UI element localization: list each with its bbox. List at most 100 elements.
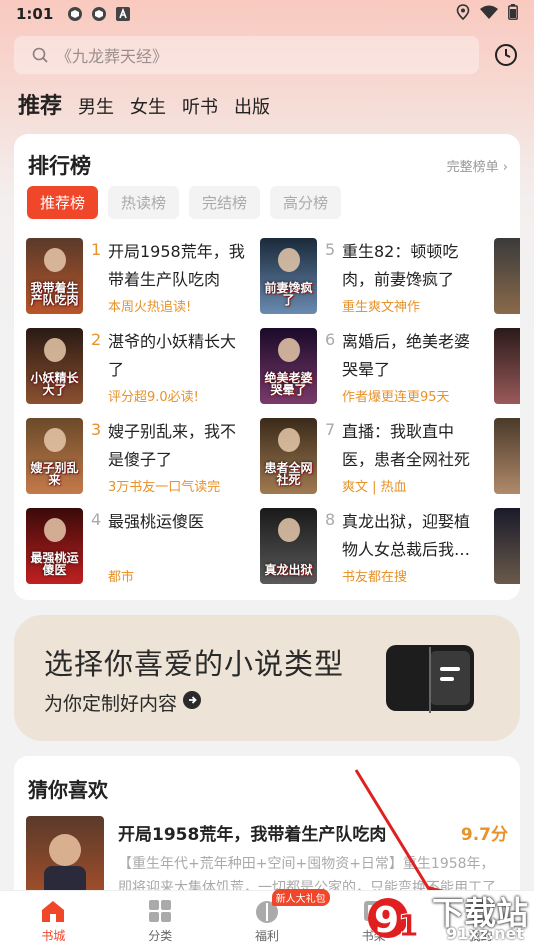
rank-number: 2 xyxy=(91,330,102,349)
ranking-item[interactable]: 前妻馋疯了 5 重生82：顿顿吃肉，前妻馋疯了 重生爽文神作 xyxy=(260,238,490,316)
book-cover[interactable]: 最强桃运傻医 xyxy=(26,508,83,584)
ranking-item[interactable]: 嫂子别乱来 3 嫂子别乱来，我不是傻子了 3万书友一口气读完 xyxy=(26,418,256,496)
full-ranking-link[interactable]: 完整榜单 › xyxy=(447,156,508,175)
book-tagline: 书友都在搜 xyxy=(342,570,408,585)
book-title[interactable]: 嫂子别乱来，我不是傻子了 xyxy=(108,418,248,474)
svg-text:1: 1 xyxy=(398,909,419,944)
cover-title: 真龙出狱 xyxy=(264,563,313,577)
status-bar: 1:01 xyxy=(0,0,534,28)
book-cover[interactable]: 前妻馋疯了 xyxy=(260,238,317,314)
nav-category[interactable]: 分类 xyxy=(107,891,214,950)
ranking-card: 排行榜 完整榜单 › 推荐榜 热读榜 完结榜 高分榜 我带着生产队吃肉 1 开局19… xyxy=(14,134,520,600)
wifi-icon xyxy=(480,5,498,23)
book-cover[interactable]: 患者全网社死 xyxy=(260,418,317,494)
search-placeholder: 《九龙葬天经》 xyxy=(56,47,169,66)
chevron-right-icon: › xyxy=(502,160,508,175)
book-cover[interactable]: 小妖精长大了 xyxy=(26,328,83,404)
tab-high-score-ranking[interactable]: 高分榜 xyxy=(270,186,342,219)
partial-book-cover[interactable] xyxy=(494,418,520,494)
genre-preference-banner[interactable]: 选择你喜爱的小说类型 为你定制好内容 xyxy=(14,615,520,741)
book-tagline: 都市 xyxy=(108,570,135,585)
tab-audiobook[interactable]: 听书 xyxy=(182,93,218,119)
book-tagline: 爽文 | 热血 xyxy=(342,480,407,495)
cover-figure xyxy=(44,338,66,362)
promo-subtitle: 为你定制好内容 xyxy=(44,689,202,716)
tab-female[interactable]: 女生 xyxy=(130,93,166,119)
book-title[interactable]: 开局1958荒年，我带着生产队吃肉 xyxy=(108,238,248,294)
full-ranking-label: 完整榜单 xyxy=(446,160,499,175)
book-tagline: 作者爆更连更95天 xyxy=(342,390,450,405)
rank-number: 8 xyxy=(325,510,336,529)
tab-recommend[interactable]: 推荐 xyxy=(18,88,62,120)
book-cover[interactable]: 嫂子别乱来 xyxy=(26,418,83,494)
book-icon xyxy=(384,643,478,715)
watermark-url: 91xz.net xyxy=(446,924,524,943)
book-cover[interactable]: 绝美老婆哭晕了 xyxy=(260,328,317,404)
rank-number: 7 xyxy=(325,420,336,439)
cover-figure xyxy=(44,428,66,452)
ranking-item[interactable]: 绝美老婆哭晕了 6 离婚后，绝美老婆哭晕了作者爆更连更95天 xyxy=(260,328,490,406)
rank-number: 6 xyxy=(325,330,336,349)
book-tagline: 本周火热追读! xyxy=(108,300,192,315)
rank-number: 1 xyxy=(91,240,102,259)
home-icon xyxy=(42,901,65,922)
history-button[interactable] xyxy=(492,41,520,69)
nav-label: 福利 xyxy=(254,929,279,943)
ranking-item[interactable]: 最强桃运傻医 4 最强桃运傻医都市 xyxy=(26,508,256,586)
app-notification-icon xyxy=(67,6,83,22)
nav-welfare[interactable]: 新人大礼包 福利 xyxy=(214,889,330,950)
book-title[interactable]: 湛爷的小妖精长大了 xyxy=(108,328,248,384)
search-input[interactable]: 《九龙葬天经》 xyxy=(14,36,479,74)
book-cover[interactable]: 真龙出狱 xyxy=(260,508,317,584)
status-icons xyxy=(456,4,518,24)
ranking-tabs: 推荐榜 热读榜 完结榜 高分榜 xyxy=(27,186,342,219)
svg-text:9: 9 xyxy=(374,900,399,941)
ranking-item[interactable]: 小妖精长大了 2 湛爷的小妖精长大了评分超9.0必读! xyxy=(26,328,256,406)
guess-title: 猜你喜欢 xyxy=(28,778,108,802)
cover-figure xyxy=(278,338,300,362)
app-notification-icon xyxy=(91,6,107,22)
cover-figure xyxy=(44,518,66,542)
book-title[interactable]: 重生82：顿顿吃肉，前妻馋疯了 xyxy=(342,238,482,294)
search-icon xyxy=(32,47,48,63)
arrow-circle-icon xyxy=(183,691,202,714)
ranking-item[interactable]: 真龙出狱 8 真龙出狱，迎娶植物人女总裁后我… 书友都在搜 xyxy=(260,508,490,586)
ranking-title: 排行榜 xyxy=(28,154,91,178)
partial-book-cover[interactable] xyxy=(494,328,520,404)
nav-label: 书城 xyxy=(41,929,66,943)
promo-title: 选择你喜爱的小说类型 xyxy=(44,647,345,681)
book-tagline: 3万书友一口气读完 xyxy=(108,480,221,495)
book-title[interactable]: 直播：我耿直中医，患者全网社死 xyxy=(342,418,482,474)
book-tagline: 评分超9.0必读! xyxy=(108,390,199,405)
cover-figure xyxy=(278,248,300,272)
rank-number: 3 xyxy=(91,420,102,439)
tab-male[interactable]: 男生 xyxy=(78,93,114,119)
cover-title: 绝美老婆哭晕了 xyxy=(264,371,313,397)
nav-label: 分类 xyxy=(148,929,173,943)
ranking-item[interactable]: 我带着生产队吃肉 1 开局1958荒年，我带着生产队吃肉本周火热追读! xyxy=(26,238,256,316)
rank-number: 5 xyxy=(325,240,336,259)
book-title[interactable]: 离婚后，绝美老婆哭晕了 xyxy=(342,328,482,384)
partial-book-cover[interactable] xyxy=(494,508,520,584)
guess-book-title[interactable]: 开局1958荒年，我带着生产队吃肉 xyxy=(118,820,386,845)
tab-finished-ranking[interactable]: 完结榜 xyxy=(189,186,261,219)
cover-title: 嫂子别乱来 xyxy=(30,461,79,487)
rank-number: 4 xyxy=(91,510,102,529)
site-watermark: 9 1 下载站 91xz.net xyxy=(362,888,532,948)
book-title[interactable]: 真龙出狱，迎娶植物人女总裁后我… xyxy=(342,508,482,564)
guess-score: 9.7分 xyxy=(460,825,508,845)
nav-bookstore[interactable]: 书城 xyxy=(0,891,107,950)
book-cover[interactable]: 我带着生产队吃肉 xyxy=(26,238,83,314)
partial-book-cover[interactable] xyxy=(494,238,520,314)
cover-title: 小妖精长大了 xyxy=(30,371,79,397)
tab-hot-ranking[interactable]: 热读榜 xyxy=(108,186,180,219)
book-title[interactable]: 最强桃运傻医 xyxy=(108,508,248,536)
clock-icon xyxy=(495,44,517,66)
ranking-item[interactable]: 患者全网社死 7 直播：我耿直中医，患者全网社死爽文 | 热血 xyxy=(260,418,490,496)
cover-figure xyxy=(278,428,300,452)
cover-title: 前妻馋疯了 xyxy=(264,281,313,307)
cover-figure xyxy=(44,248,66,272)
tab-publish[interactable]: 出版 xyxy=(234,93,270,119)
tab-recommend-ranking[interactable]: 推荐榜 xyxy=(27,186,99,219)
cover-title: 最强桃运傻医 xyxy=(30,551,79,577)
